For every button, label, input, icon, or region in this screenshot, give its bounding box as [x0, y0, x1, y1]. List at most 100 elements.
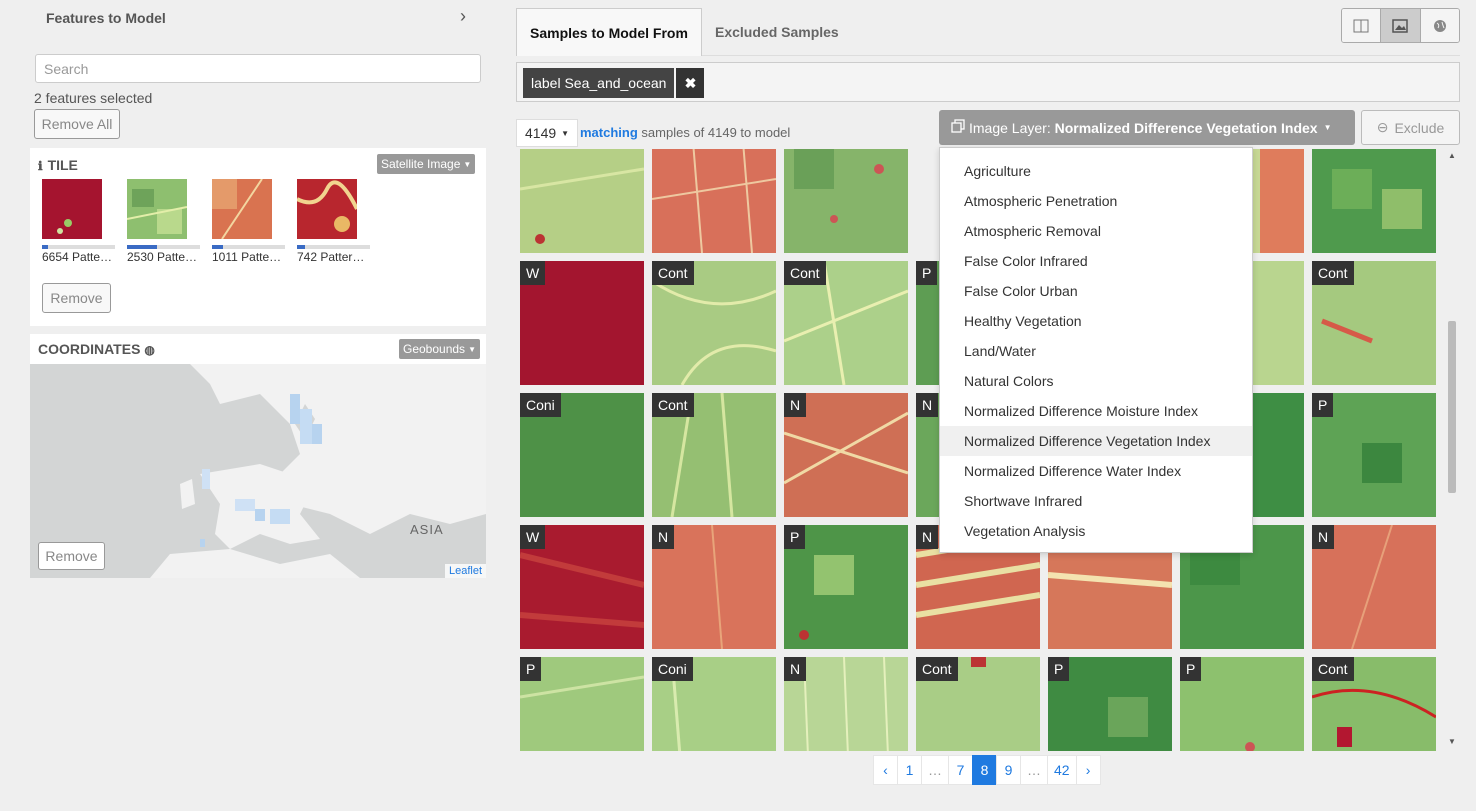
tile-thumbnail-4[interactable] [297, 179, 357, 239]
label-badge: Cont [784, 261, 826, 285]
page-1[interactable]: 1 [897, 755, 922, 785]
tile-bar-1 [42, 245, 115, 249]
page-8[interactable]: 8 [972, 755, 997, 785]
menu-item-ndmi[interactable]: Normalized Difference Moisture Index [940, 396, 1252, 426]
label-badge: Cont [652, 261, 694, 285]
menu-item-agriculture[interactable]: Agriculture [940, 156, 1252, 186]
label-badge: N [1312, 525, 1335, 549]
caret-down-icon: ▼ [561, 128, 570, 138]
exclude-button[interactable]: ⊖ Exclude [1361, 110, 1460, 145]
close-icon[interactable]: ✖ [676, 68, 705, 98]
tile-label-1: 6654 Patte… [42, 250, 113, 264]
page-ellipsis: … [921, 755, 949, 785]
label-badge: W [520, 261, 546, 285]
view-toggle [1341, 8, 1460, 43]
page-ellipsis: … [1020, 755, 1048, 785]
label-badge: Cont [652, 393, 694, 417]
label-badge: P [520, 657, 542, 681]
menu-item-natural-colors[interactable]: Natural Colors [940, 366, 1252, 396]
tile-thumbnail-3[interactable] [212, 179, 272, 239]
count-select[interactable]: 4149 ▼ [516, 119, 579, 147]
image-layer-menu: Agriculture Atmospheric Penetration Atmo… [939, 147, 1253, 553]
label-badge: Coni [520, 393, 561, 417]
label-badge: N [916, 393, 939, 417]
label-badge: N [916, 525, 939, 549]
menu-item-shortwave-infrared[interactable]: Shortwave Infrared [940, 486, 1252, 516]
tab-excluded-samples[interactable]: Excluded Samples [702, 8, 852, 56]
page-prev[interactable]: ‹ [873, 755, 898, 785]
matching-text: matching samples of 4149 to model [580, 125, 791, 140]
tile-bar-2 [127, 245, 200, 249]
image-tile[interactable] [652, 149, 776, 253]
filter-chip: label Sea_and_ocean ✖ [523, 68, 705, 98]
menu-item-atmospheric-removal[interactable]: Atmospheric Removal [940, 216, 1252, 246]
label-badge: N [784, 657, 807, 681]
tile-label-4: 742 Patter… [297, 250, 365, 264]
image-layer-dropdown[interactable]: Image Layer: Normalized Difference Veget… [939, 110, 1355, 145]
left-panel: Features to Model › 2 features selected … [30, 0, 486, 811]
split-view-icon[interactable] [1342, 9, 1382, 42]
label-badge: P [1312, 393, 1334, 417]
minus-circle-icon: ⊖ [1376, 119, 1389, 135]
page-7[interactable]: 7 [948, 755, 973, 785]
coordinates-map[interactable]: ASIA Leaflet Remove [30, 364, 486, 578]
tile-title: ℹ TILE [38, 157, 78, 173]
map-label-asia: ASIA [410, 522, 444, 537]
tile-label-2: 2530 Patte… [127, 250, 198, 264]
label-badge: Cont [1312, 657, 1354, 681]
layers-icon [951, 119, 965, 136]
menu-item-false-color-urban[interactable]: False Color Urban [940, 276, 1252, 306]
globe-view-icon[interactable] [1420, 9, 1459, 42]
coordinates-title: COORDINATES ◍ [38, 341, 155, 357]
image-tile[interactable] [784, 149, 908, 253]
satellite-image-dropdown[interactable]: Satellite Image ▼ [377, 154, 476, 174]
label-badge: P [916, 261, 938, 285]
page-9[interactable]: 9 [996, 755, 1021, 785]
tile-panel: ℹ TILE Satellite Image ▼ 6654 Patte… 2530 … [30, 148, 486, 326]
page-42[interactable]: 42 [1047, 755, 1077, 785]
caret-down-icon: ▼ [463, 159, 472, 169]
menu-item-atmospheric-penetration[interactable]: Atmospheric Penetration [940, 186, 1252, 216]
leaflet-attribution[interactable]: Leaflet [444, 564, 486, 578]
tile-thumbnail-2[interactable] [127, 179, 187, 239]
tile-bar-4 [297, 245, 370, 249]
label-badge: Cont [1312, 261, 1354, 285]
menu-item-ndwi[interactable]: Normalized Difference Water Index [940, 456, 1252, 486]
scroll-up-icon: ▲ [1448, 151, 1456, 160]
scroll-thumb[interactable] [1448, 321, 1456, 493]
caret-down-icon: ▼ [468, 344, 476, 354]
geobounds-dropdown[interactable]: Geobounds ▼ [399, 339, 480, 359]
label-badge: W [520, 525, 546, 549]
image-view-icon[interactable] [1381, 9, 1421, 42]
caret-down-icon: ▼ [1323, 123, 1332, 132]
tile-thumbnail-1[interactable] [42, 179, 102, 239]
label-badge: P [1048, 657, 1070, 681]
image-tile[interactable] [1312, 149, 1436, 253]
tile-bar-3 [212, 245, 285, 249]
menu-item-false-color-infrared[interactable]: False Color Infrared [940, 246, 1252, 276]
pagination: ‹ 1 … 7 8 9 … 42 › [873, 755, 1101, 785]
label-badge: N [784, 393, 807, 417]
menu-item-land-water[interactable]: Land/Water [940, 336, 1252, 366]
page-next[interactable]: › [1075, 755, 1101, 785]
filter-chip-label: label Sea_and_ocean [523, 68, 675, 98]
info-icon: ℹ [38, 159, 43, 173]
label-badge: P [784, 525, 806, 549]
menu-item-vegetation-analysis[interactable]: Vegetation Analysis [940, 516, 1252, 546]
menu-item-healthy-vegetation[interactable]: Healthy Vegetation [940, 306, 1252, 336]
label-badge: P [1180, 657, 1202, 681]
menu-item-ndvi[interactable]: Normalized Difference Vegetation Index [940, 426, 1252, 456]
chevron-right-icon[interactable]: › [460, 6, 466, 27]
label-badge: Coni [652, 657, 693, 681]
grid-scrollbar[interactable]: ▲ ▼ [1444, 149, 1460, 751]
selected-count: 2 features selected [34, 90, 153, 106]
image-tile[interactable] [520, 149, 644, 253]
search-input[interactable] [35, 54, 481, 83]
coordinates-panel: COORDINATES ◍ Geobounds ▼ ASIA Leaflet Re… [30, 334, 486, 578]
tab-samples-to-model[interactable]: Samples to Model From [516, 8, 702, 56]
coordinates-remove-button[interactable]: Remove [38, 542, 105, 570]
tile-remove-button[interactable]: Remove [42, 283, 111, 313]
label-badge: Cont [916, 657, 958, 681]
scroll-down-icon: ▼ [1448, 737, 1456, 746]
remove-all-button[interactable]: Remove All [34, 109, 120, 139]
